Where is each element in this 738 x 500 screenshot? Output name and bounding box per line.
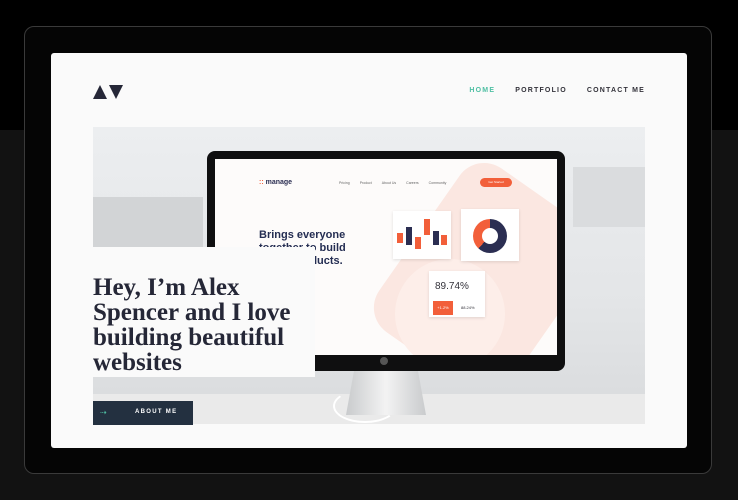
manage-nav-item: Community <box>428 181 447 185</box>
av-triangles-logo[interactable] <box>93 85 123 99</box>
manage-cta: Get Started <box>480 178 512 187</box>
stat-secondary: 88.24% <box>461 305 475 310</box>
manage-brand: manage <box>265 179 293 186</box>
stat-main: 89.74% <box>435 281 469 292</box>
website-screen: HOME PORTFOLIO CONTACT ME :: manage Pric… <box>51 53 687 448</box>
stat-card: 89.74% +1.2% 88.24% <box>429 271 485 317</box>
monitor-stand <box>346 371 426 415</box>
manage-logo: :: manage <box>259 179 293 186</box>
arrow-right-icon: ⇢ <box>100 408 107 417</box>
manage-nav-item: Careers <box>406 181 419 185</box>
manage-nav-item: Pricing <box>339 181 350 185</box>
nav-portfolio[interactable]: PORTFOLIO <box>515 87 567 94</box>
blurred-background-object <box>93 197 203 247</box>
main-nav: HOME PORTFOLIO CONTACT ME <box>469 87 645 94</box>
donut-hole <box>482 228 498 244</box>
chart-bar <box>406 227 412 245</box>
chart-bar <box>441 235 447 245</box>
nav-contact[interactable]: CONTACT ME <box>587 87 645 94</box>
donut-chart <box>473 219 507 253</box>
chart-bar <box>433 231 439 245</box>
bar-chart-card <box>393 211 451 259</box>
apple-logo-icon <box>380 357 388 365</box>
chart-bar <box>397 233 403 243</box>
stat-change: +1.2% <box>433 301 453 315</box>
blurred-background-object <box>573 167 645 227</box>
manage-nav: Pricing Product About Us Careers Communi… <box>339 181 446 185</box>
about-me-label: ABOUT ME <box>135 409 178 415</box>
about-me-button[interactable]: ⇢ ABOUT ME <box>93 401 193 425</box>
donut-chart-card <box>461 209 519 261</box>
hero-title: Hey, I’m Alex Spencer and I love buildin… <box>93 274 291 376</box>
manage-nav-item: Product <box>359 181 372 185</box>
nav-home[interactable]: HOME <box>469 87 495 94</box>
chart-bar <box>415 237 421 249</box>
manage-nav-item: About Us <box>381 181 397 185</box>
chart-bar <box>424 219 430 235</box>
